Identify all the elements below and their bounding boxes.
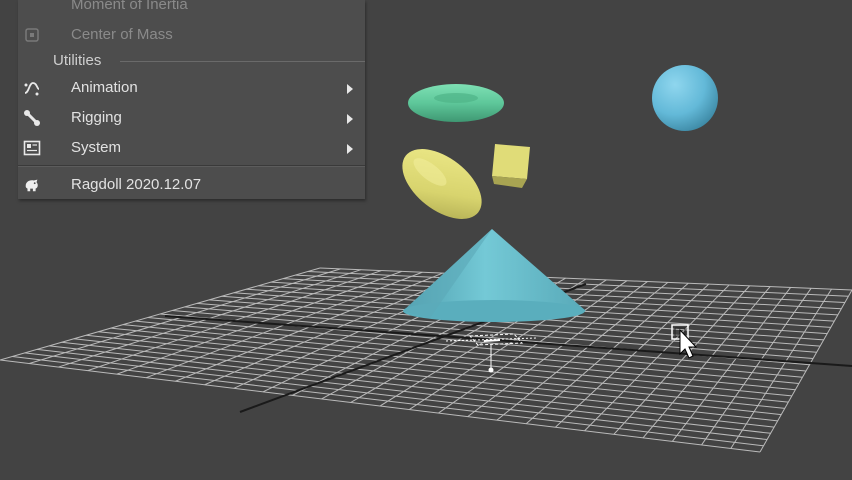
center-of-mass-icon: [23, 26, 41, 44]
menu-item-center-of-mass[interactable]: Center of Mass: [18, 20, 365, 50]
cyan-cone[interactable]: [403, 229, 586, 322]
menu-item-system[interactable]: System: [18, 133, 365, 163]
animation-curve-icon: [23, 79, 41, 97]
system-panel-icon: [23, 139, 41, 157]
menu-item-label: Animation: [71, 79, 138, 96]
yellow-cube[interactable]: [492, 144, 530, 188]
moment-of-inertia-icon: [23, 0, 41, 14]
submenu-arrow-icon: [347, 144, 353, 154]
section-header-utilities: Utilities: [18, 50, 365, 72]
submenu-arrow-icon: [347, 114, 353, 124]
menu-item-label: Ragdoll 2020.12.07: [71, 176, 202, 193]
menu-item-label: Rigging: [71, 109, 122, 126]
green-torus[interactable]: [408, 84, 504, 122]
menu-item-label: System: [71, 139, 122, 156]
yellow-capsule[interactable]: [390, 135, 495, 233]
bone-icon: [23, 109, 41, 127]
menu-item-ragdoll-version[interactable]: Ragdoll 2020.12.07: [18, 170, 365, 200]
ragdoll-dropdown-menu: Moment of Inertia Center of Mass Utiliti…: [18, 0, 365, 199]
section-label: Utilities: [53, 52, 102, 69]
submenu-arrow-icon: [347, 84, 353, 94]
blue-sphere[interactable]: [652, 65, 718, 131]
menu-item-moment-of-inertia[interactable]: Moment of Inertia: [18, 0, 365, 20]
section-divider: [120, 61, 365, 62]
menu-item-label: Moment of Inertia: [71, 0, 188, 13]
menu-item-label: Center of Mass: [71, 26, 173, 43]
menu-item-animation[interactable]: Animation: [18, 73, 365, 103]
menu-item-rigging[interactable]: Rigging: [18, 103, 365, 133]
menu-divider-highlight: [18, 166, 365, 167]
ragdoll-logo-icon: [23, 176, 41, 194]
